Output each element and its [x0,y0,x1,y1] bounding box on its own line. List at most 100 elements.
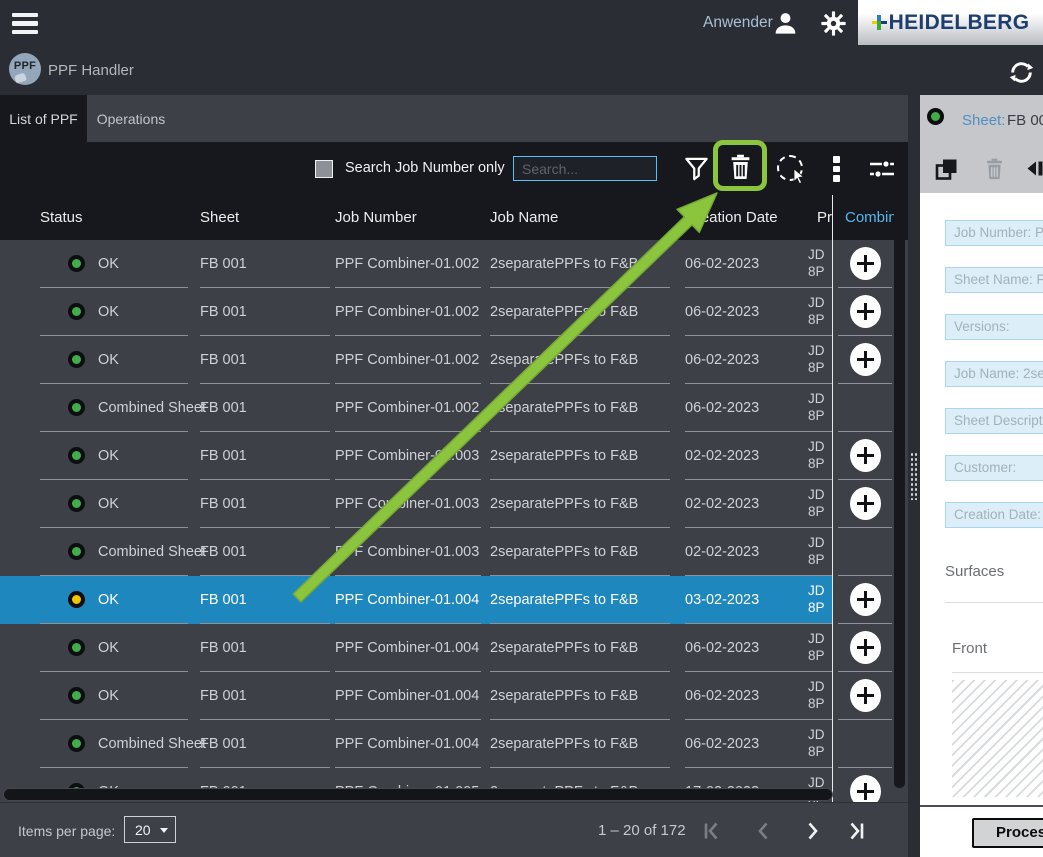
refresh-icon[interactable] [1007,58,1036,87]
panel-field[interactable]: Job Name: 2sep [945,361,1043,387]
items-per-page-select[interactable]: 20 [124,816,176,843]
table-row[interactable]: Combined SheetFB 001PPF Combiner-01.0032… [0,528,908,576]
delete-icon[interactable] [728,153,753,181]
job-name-cell: 2separatePPFs to F&B [490,624,670,672]
table-row[interactable]: OKFB 001PPF Combiner-01.0042separatePPFs… [0,672,908,720]
combine-add-button[interactable] [850,631,881,664]
job-number-cell: PPF Combiner-01.002 [335,336,481,384]
sheet-cell: FB 001 [200,720,330,768]
heidelberg-plus-mark [872,15,887,30]
combine-cell [838,336,892,384]
job-name-cell: 2separatePPFs to F&B [490,672,670,720]
previous-page-button[interactable] [753,820,775,842]
sheet-cell: FB 001 [200,480,330,528]
user-name-label[interactable]: Anwender [703,14,773,32]
status-cell: OK [40,432,188,480]
settings-gear-icon[interactable] [820,10,847,37]
vertical-scrollbar[interactable] [894,199,905,788]
table-row[interactable]: OKFB 001PPF Combiner-01.0022separatePPFs… [0,288,908,336]
panel-field[interactable]: Job Number: PPF [945,220,1043,246]
press-cell: JD8P [808,624,832,672]
last-page-button[interactable] [845,820,867,842]
panel-field[interactable]: Versions: [945,314,1043,340]
panel-field[interactable]: Sheet Descriptio [945,408,1043,434]
ppf-app-icon: PPF [9,53,41,85]
press-cell: JD8P [808,384,832,432]
splitter-grip[interactable] [910,452,918,500]
press-line: 8P [808,599,832,616]
process-button[interactable]: Process [972,818,1043,848]
sheet-cell: FB 001 [200,384,330,432]
job-number-cell: PPF Combiner-01.003 [335,480,481,528]
table-row[interactable]: Combined SheetFB 001PPF Combiner-01.0022… [0,384,908,432]
horizontal-scrollbar[interactable] [3,788,833,801]
combine-cell [838,624,892,672]
ppf-hand-glyph [14,72,27,83]
column-settings-icon[interactable] [869,158,895,180]
table-row[interactable]: OKFB 001PPF Combiner-01.0042separatePPFs… [0,576,908,624]
panel-splitter[interactable] [908,95,920,857]
combine-add-button[interactable] [850,247,881,280]
status-label: OK [98,304,119,320]
press-line: 8P [808,743,832,760]
panel-field[interactable]: Customer: [945,455,1043,481]
table-row[interactable]: OKFB 001PPF Combiner-01.0042separatePPFs… [0,624,908,672]
sheet-cell: FB 001 [200,672,330,720]
status-label: OK [98,688,119,704]
select-mode-icon[interactable] [777,155,803,181]
filter-icon[interactable] [683,155,710,183]
search-job-number-only-checkbox[interactable] [315,160,333,178]
heidelberg-logo: HEIDELBERG [858,0,1043,45]
combine-add-button[interactable] [850,583,881,616]
press-line: 8P [808,311,832,328]
combine-add-button[interactable] [850,679,881,712]
press-line: JD [808,678,832,695]
tab-list-of-ppf[interactable]: List of PPF [0,95,87,142]
column-header-job-name[interactable]: Job Name [490,195,558,240]
press-line: JD [808,390,832,407]
job-name-cell: 2separatePPFs to F&B [490,576,670,624]
status-dot-green [68,639,85,656]
press-line: 8P [808,551,832,568]
next-page-button[interactable] [801,820,823,842]
column-header-sheet[interactable]: Sheet [200,195,239,240]
press-cell: JD8P [808,240,832,288]
user-icon[interactable] [772,10,799,37]
more-options-icon[interactable] [833,156,840,185]
table-row[interactable]: OKFB 001PPF Combiner-01.0032separatePPFs… [0,480,908,528]
combine-add-button[interactable] [850,775,881,802]
press-line: JD [808,294,832,311]
combine-add-button[interactable] [850,439,881,472]
table-row[interactable]: OKFB 001PPF Combiner-01.0032separatePPFs… [0,432,908,480]
combine-cell [838,288,892,336]
status-label: OK [98,256,119,272]
status-label: OK [98,640,119,656]
column-header-creation-date[interactable]: Creation Date [685,195,778,240]
press-cell: JD8P [808,480,832,528]
combine-add-button[interactable] [850,487,881,520]
panel-field[interactable]: Creation Date: 0 [945,502,1043,528]
combine-cell [838,528,892,576]
status-cell: OK [40,624,188,672]
table-row[interactable]: OKFB 001PPF Combiner-01.0022separatePPFs… [0,336,908,384]
status-cell: OK [40,240,188,288]
combine-add-button[interactable] [850,295,881,328]
panel-field[interactable]: Sheet Name: FB [945,267,1043,293]
press-line: JD [808,534,832,551]
tab-operations[interactable]: Operations [87,95,175,142]
first-page-button[interactable] [701,820,723,842]
column-header-press[interactable]: Pr [817,195,832,240]
items-per-page-value: 20 [135,822,151,838]
table-row[interactable]: Combined SheetFB 001PPF Combiner-01.0042… [0,720,908,768]
table-row[interactable]: OKFB 001PPF Combiner-01.0022separatePPFs… [0,240,908,288]
menu-icon[interactable] [12,13,38,34]
press-line: JD [808,246,832,263]
search-input[interactable] [513,156,657,181]
combine-add-button[interactable] [850,343,881,376]
column-header-job-number[interactable]: Job Number [335,195,417,240]
status-label: Combined Sheet [98,544,206,560]
press-line: 8P [808,263,832,280]
combine-cell [838,672,892,720]
status-cell: OK [40,672,188,720]
column-header-status[interactable]: Status [40,195,83,240]
